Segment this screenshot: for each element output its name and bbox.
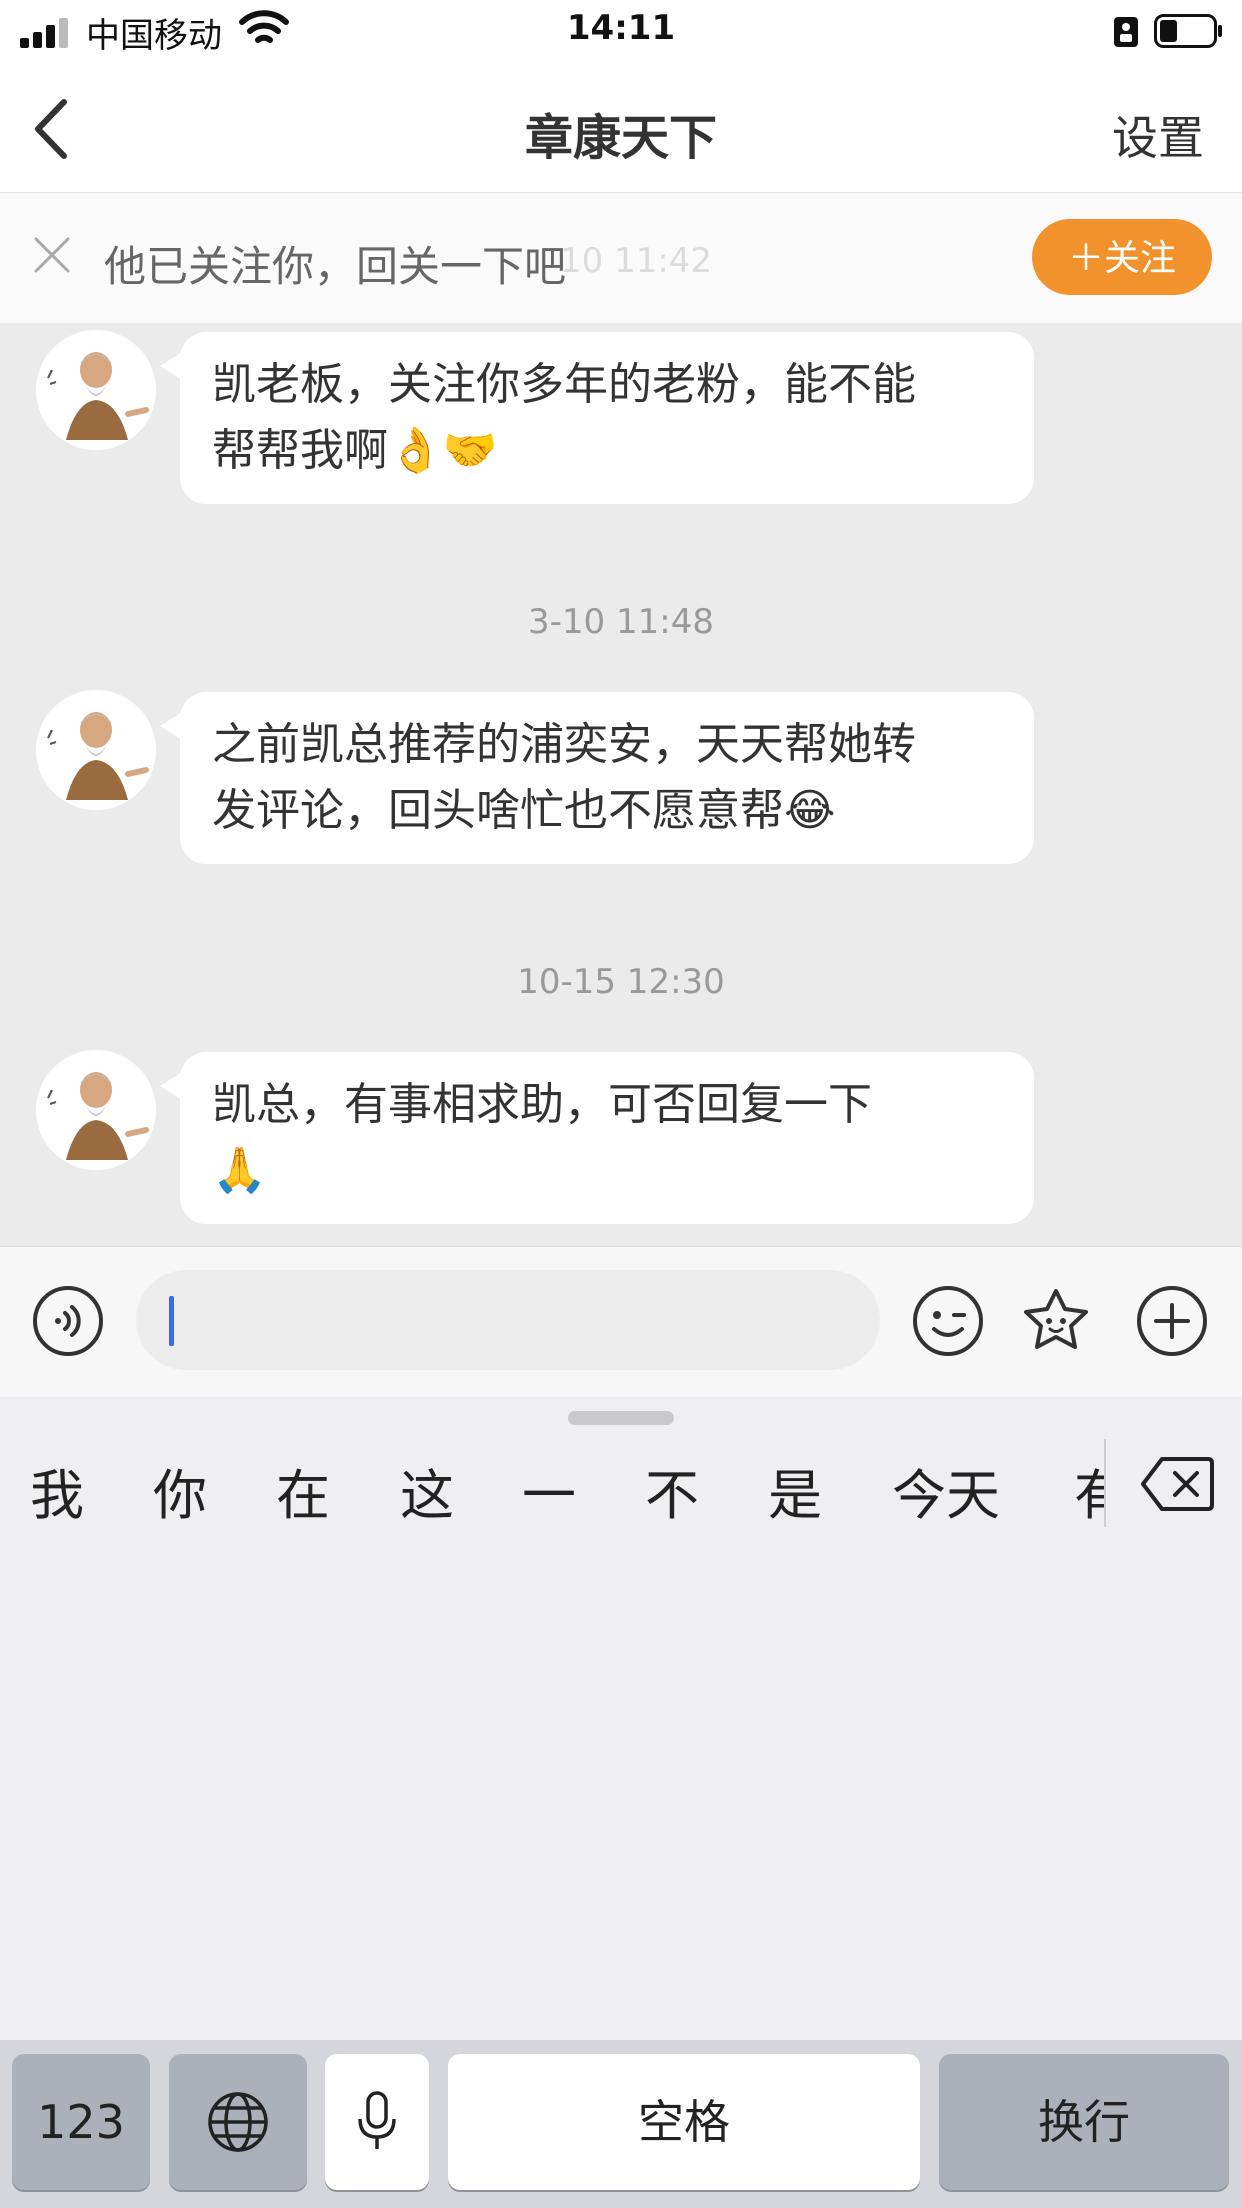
page-title: 章康天下 <box>524 110 717 166</box>
bearded-man-avatar-icon <box>36 330 156 450</box>
space-key[interactable]: 空格 <box>448 2054 920 2190</box>
microphone-icon <box>358 2091 396 2149</box>
candidate-word[interactable]: 我 <box>30 1451 84 1530</box>
dictation-key[interactable] <box>325 2054 429 2190</box>
emoji-icon[interactable] <box>912 1285 984 1357</box>
timestamp: 3-10 11:48 <box>528 602 714 642</box>
avatar[interactable] <box>36 1050 156 1170</box>
numbers-key[interactable]: 123 <box>12 2054 150 2190</box>
status-bar: 中国移动 14:11 <box>0 0 1242 62</box>
settings-button[interactable]: 设置 <box>1112 102 1204 168</box>
candidate-word[interactable]: 在 <box>276 1451 330 1530</box>
timestamp: 10-15 12:30 <box>517 962 725 1002</box>
text-cursor <box>169 1296 174 1346</box>
bubble-tail <box>160 712 182 740</box>
keyboard: 我 你 在 这 一 不 是 今天 有 123 空格 换行 <box>0 1397 1242 2208</box>
bubble-tail <box>160 352 182 380</box>
follow-prompt-text: 他已关注你，回关一下吧 <box>104 242 567 291</box>
input-bar <box>0 1246 1242 1398</box>
hidden-timestamp: 10 11:42 <box>560 241 713 281</box>
return-key[interactable]: 换行 <box>939 2054 1229 2190</box>
bearded-man-avatar-icon <box>36 690 156 810</box>
globe-icon <box>208 2092 268 2152</box>
bubble-tail <box>160 1072 182 1100</box>
message-line: 帮帮我啊👌🤝 <box>212 425 498 476</box>
follow-button[interactable]: ＋关注 <box>1032 219 1212 295</box>
message-bubble[interactable]: 凯老板，关注你多年的老粉，能不能 帮帮我啊👌🤝 <box>180 332 1034 504</box>
message-line: 之前凯总推荐的浦奕安，天天帮她转 <box>212 719 916 770</box>
close-icon[interactable] <box>32 235 72 275</box>
avatar[interactable] <box>36 690 156 810</box>
voice-input-icon[interactable] <box>32 1285 104 1357</box>
plus-icon[interactable] <box>1136 1285 1208 1357</box>
bearded-man-avatar-icon <box>36 1050 156 1170</box>
orientation-lock-icon <box>1114 17 1138 47</box>
sticker-icon[interactable] <box>1020 1285 1092 1357</box>
candidate-overflow[interactable]: 有 <box>1074 1437 1104 1527</box>
candidate-word[interactable]: 不 <box>645 1451 699 1530</box>
message-bubble[interactable]: 之前凯总推荐的浦奕安，天天帮她转 发评论，回头啥忙也不愿意帮😂 <box>180 692 1034 864</box>
candidate-word: 有 <box>1074 1464 1104 1527</box>
keyboard-handle[interactable] <box>568 1411 674 1425</box>
candidate-word[interactable]: 今天 <box>892 1451 1000 1530</box>
battery-icon <box>1154 14 1222 48</box>
nav-bar: 章康天下 设置 <box>0 62 1242 193</box>
message-bubble[interactable]: 凯总，有事相求助，可否回复一下 🙏 <box>180 1052 1034 1224</box>
globe-key[interactable] <box>169 2054 307 2190</box>
follow-banner: 10 11:42 他已关注你，回关一下吧 ＋关注 <box>0 193 1242 323</box>
keyboard-bottom-row: 123 空格 换行 <box>0 2040 1242 2208</box>
candidate-word[interactable]: 你 <box>153 1451 207 1530</box>
candidate-word[interactable]: 是 <box>768 1451 822 1530</box>
candidate-word[interactable]: 这 <box>400 1451 454 1530</box>
delete-icon[interactable] <box>1140 1455 1214 1513</box>
message-line: 发评论，回头啥忙也不愿意帮😂 <box>212 785 836 836</box>
clock: 14:11 <box>566 8 676 48</box>
candidate-word[interactable]: 一 <box>522 1451 576 1530</box>
message-line: 🙏 <box>212 1145 267 1196</box>
candidate-divider <box>1104 1439 1106 1527</box>
message-input[interactable] <box>136 1270 880 1370</box>
avatar[interactable] <box>36 330 156 450</box>
message-line: 凯老板，关注你多年的老粉，能不能 <box>212 359 916 410</box>
message-line: 凯总，有事相求助，可否回复一下 <box>212 1079 872 1130</box>
